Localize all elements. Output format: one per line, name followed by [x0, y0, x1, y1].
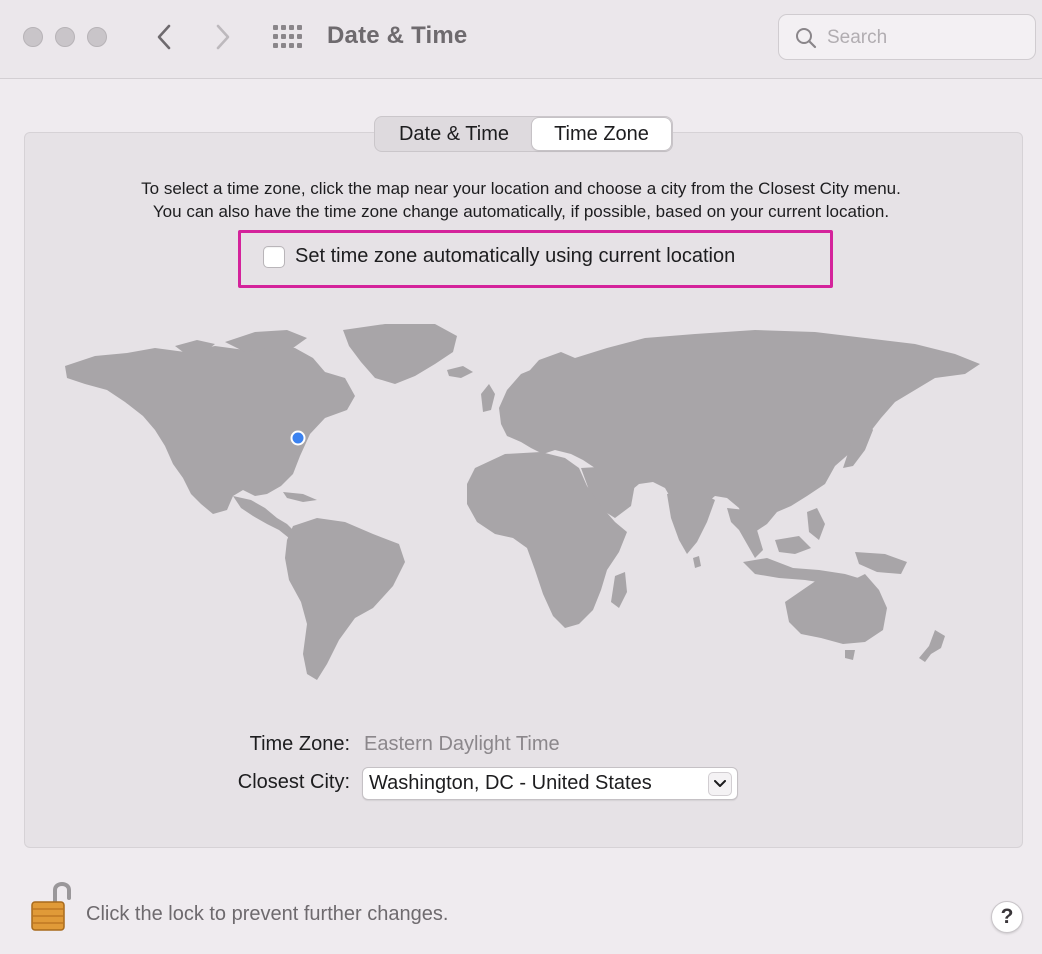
- time-zone-value: Eastern Daylight Time: [364, 733, 560, 755]
- north-america-landmass: [65, 344, 355, 514]
- instructions-line-1: To select a time zone, click the map nea…: [141, 179, 901, 198]
- time-zone-label: Time Zone:: [249, 733, 350, 755]
- tab-time-zone[interactable]: Time Zone: [532, 118, 671, 150]
- window-toolbar: Date & Time: [0, 0, 1042, 79]
- auto-timezone-row[interactable]: Set time zone automatically using curren…: [263, 245, 735, 268]
- world-map[interactable]: [55, 318, 990, 688]
- auto-timezone-label[interactable]: Set time zone automatically using curren…: [295, 245, 735, 268]
- forward-button[interactable]: [208, 20, 238, 54]
- india-landmass: [667, 490, 715, 554]
- madagascar-landmass: [611, 572, 627, 608]
- unlocked-padlock-icon: [31, 882, 71, 931]
- lock-status-text: Click the lock to prevent further change…: [86, 903, 449, 925]
- closest-city-value: Washington, DC - United States: [369, 772, 652, 794]
- new-guinea-landmass: [855, 552, 907, 574]
- minimize-window-button[interactable]: [55, 27, 75, 47]
- close-window-button[interactable]: [23, 27, 43, 47]
- tab-date-and-time[interactable]: Date & Time: [376, 118, 532, 150]
- zoom-window-button[interactable]: [87, 27, 107, 47]
- auto-timezone-checkbox[interactable]: [263, 245, 285, 268]
- instructions-text: To select a time zone, click the map nea…: [40, 177, 1002, 223]
- instructions-line-2: You can also have the time zone change a…: [152, 202, 890, 221]
- dropdown-chevron-icon[interactable]: [708, 772, 732, 796]
- australia-landmass: [785, 574, 887, 644]
- help-button[interactable]: ?: [991, 901, 1023, 933]
- south-america-landmass: [285, 518, 405, 680]
- chevron-left-icon: [157, 24, 171, 50]
- window-title: Date & Time: [327, 22, 468, 49]
- search-field[interactable]: [778, 14, 1036, 60]
- search-icon: [796, 28, 817, 49]
- uk-landmass: [481, 384, 495, 412]
- show-all-button[interactable]: [271, 22, 305, 52]
- new-zealand-landmass: [919, 630, 945, 662]
- search-input[interactable]: [827, 24, 1027, 52]
- chevron-right-icon: [216, 24, 230, 50]
- iceland-landmass: [447, 366, 473, 378]
- back-button[interactable]: [149, 20, 179, 54]
- tab-bar: Date & Time Time Zone: [374, 116, 673, 152]
- location-pin-icon: [290, 430, 306, 446]
- central-america-landmass: [233, 496, 295, 538]
- greenland-landmass: [343, 324, 457, 384]
- world-map-graphic[interactable]: [55, 318, 990, 688]
- closest-city-dropdown[interactable]: Washington, DC - United States: [362, 767, 738, 800]
- lock-button[interactable]: [28, 878, 72, 934]
- closest-city-label: Closest City:: [237, 771, 350, 793]
